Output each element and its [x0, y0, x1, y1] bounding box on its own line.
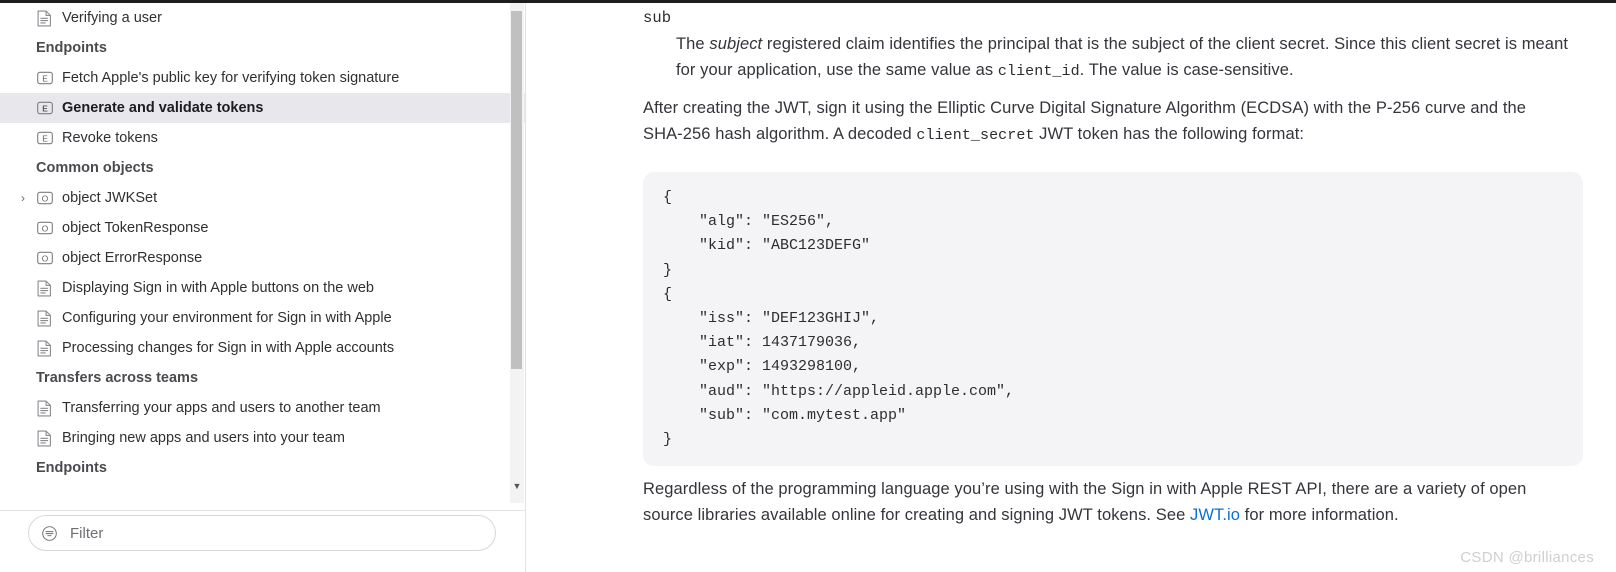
filter-input[interactable]: [68, 523, 458, 543]
page-root: Verifying a user Endpoints E Fetch Apple's …: [0, 0, 1616, 572]
sidebar-section-header: Endpoints: [0, 33, 525, 63]
sidebar-item-inner: Verifying a user: [36, 10, 162, 27]
filter-icon: [41, 525, 58, 542]
sidebar-item-bringing-new-apps-and-users-into-your-team[interactable]: Bringing new apps and users into your te…: [0, 423, 525, 453]
parameter-term: sub: [643, 9, 672, 27]
paragraph-libraries: Regardless of the programming language y…: [643, 477, 1548, 528]
document-icon: [36, 430, 53, 447]
sidebar-item-inner: E Generate and validate tokens: [36, 100, 263, 117]
endpoint-icon: E: [36, 130, 53, 147]
sidebar-item-processing-changes-for-sign-in-with-apple-accounts[interactable]: Processing changes for Sign in with Appl…: [0, 333, 525, 363]
document-icon: [36, 280, 53, 297]
definition-italic-word: subject: [709, 35, 763, 53]
sidebar-item-inner: Displaying Sign in with Apple buttons on…: [36, 280, 374, 297]
document-icon: [36, 400, 53, 417]
sidebar-item-revoke-tokens[interactable]: E Revoke tokens: [0, 123, 525, 153]
svg-text:O: O: [41, 193, 48, 203]
svg-text:O: O: [41, 223, 48, 233]
filter-container: [28, 515, 496, 551]
sidebar-item-fetch-apple-s-public-key-for-verifying-token-signature[interactable]: E Fetch Apple's public key for verifying …: [0, 63, 525, 93]
svg-text:O: O: [41, 253, 48, 263]
document-icon: [36, 10, 53, 27]
documentation-sidebar: Verifying a user Endpoints E Fetch Apple's …: [0, 3, 526, 572]
sidebar-item-verifying-a-user[interactable]: Verifying a user: [0, 3, 525, 33]
sidebar-item-inner: Transferring your apps and users to anot…: [36, 400, 381, 417]
sidebar-item-object-errorresponse[interactable]: Oobject ErrorResponse: [0, 243, 525, 273]
document-icon: [36, 310, 53, 327]
sidebar-item-displaying-sign-in-with-apple-buttons-on-the-web[interactable]: Displaying Sign in with Apple buttons on…: [0, 273, 525, 303]
sidebar-item-inner: Oobject TokenResponse: [36, 220, 208, 237]
sidebar-item-inner: Bringing new apps and users into your te…: [36, 430, 345, 447]
sidebar-item-object-jwkset[interactable]: › Oobject JWKSet: [0, 183, 525, 213]
parameter-definition: The subject registered claim identifies …: [676, 32, 1576, 84]
sidebar-nav-list: Verifying a user Endpoints E Fetch Apple's …: [0, 3, 525, 483]
paragraph-jwt-signing: After creating the JWT, sign it using th…: [643, 96, 1553, 148]
sidebar-item-label: Verifying a user: [62, 10, 162, 26]
sidebar-item-label: Bringing new apps and users into your te…: [62, 430, 345, 446]
paragraph2-part2: for more information.: [1240, 505, 1399, 524]
endpoint-icon: E: [36, 70, 53, 87]
sidebar-item-label: Configuring your environment for Sign in…: [62, 310, 392, 326]
sidebar-scrollbar-thumb[interactable]: [511, 11, 522, 369]
sidebar-scroll-region[interactable]: Verifying a user Endpoints E Fetch Apple's …: [0, 3, 525, 510]
object-icon: O: [36, 250, 53, 267]
sidebar-item-inner: E Revoke tokens: [36, 130, 158, 147]
sidebar-section-header: Endpoints: [0, 453, 525, 483]
object-icon: O: [36, 220, 53, 237]
filter-field[interactable]: [28, 515, 496, 551]
sidebar-section-label: Endpoints: [36, 40, 107, 56]
sidebar-divider: [0, 510, 525, 511]
json-code-block: { "alg": "ES256", "kid": "ABC123DEFG" } …: [643, 172, 1583, 467]
sidebar-item-label: object ErrorResponse: [62, 250, 203, 266]
client-id-code: client_id: [997, 62, 1080, 80]
object-icon: O: [36, 190, 53, 207]
sidebar-item-label: object JWKSet: [62, 190, 158, 206]
paragraph1-part2: JWT token has the following format:: [1034, 124, 1305, 143]
sidebar-item-label: Transferring your apps and users to anot…: [62, 400, 381, 416]
sidebar-item-label: Generate and validate tokens: [62, 100, 264, 116]
sidebar-item-label: Fetch Apple's public key for verifying t…: [62, 70, 400, 86]
sidebar-item-label: Processing changes for Sign in with Appl…: [62, 340, 395, 356]
sidebar-section-label: Endpoints: [36, 460, 107, 476]
jwt-io-link[interactable]: JWT.io: [1190, 506, 1240, 524]
svg-text:E: E: [42, 133, 48, 143]
sidebar-section-label: Common objects: [36, 160, 154, 176]
sidebar-item-inner: Oobject ErrorResponse: [36, 250, 202, 267]
sidebar-section-label: Transfers across teams: [36, 370, 199, 386]
sidebar-item-generate-and-validate-tokens[interactable]: E Generate and validate tokens: [0, 93, 525, 123]
sidebar-item-label: Displaying Sign in with Apple buttons on…: [62, 280, 374, 296]
watermark: CSDN @brilliances: [1460, 549, 1594, 566]
sidebar-section-header: Transfers across teams: [0, 363, 525, 393]
sidebar-item-label: object TokenResponse: [62, 220, 209, 236]
sidebar-item-configuring-your-environment-for-sign-in-with-apple[interactable]: Configuring your environment for Sign in…: [0, 303, 525, 333]
sidebar-item-inner: Configuring your environment for Sign in…: [36, 310, 392, 327]
chevron-right-icon[interactable]: ›: [16, 192, 30, 204]
sidebar-section-header: Common objects: [0, 153, 525, 183]
sidebar-item-inner: E Fetch Apple's public key for verifying …: [36, 70, 399, 87]
definition-prefix: The: [676, 35, 710, 53]
scroll-down-arrow-icon[interactable]: ▼: [511, 480, 523, 492]
json-code-text: { "alg": "ES256", "kid": "ABC123DEFG" } …: [663, 189, 1015, 449]
endpoint-icon: E: [36, 100, 53, 117]
svg-text:E: E: [42, 73, 48, 83]
sidebar-item-transferring-your-apps-and-users-to-another-team[interactable]: Transferring your apps and users to anot…: [0, 393, 525, 423]
sidebar-item-inner: › Oobject JWKSet: [21, 190, 158, 207]
svg-text:E: E: [42, 103, 48, 113]
definition-suffix: . The value is case-sensitive.: [1079, 60, 1294, 79]
client-secret-code: client_secret: [916, 126, 1035, 144]
document-icon: [36, 340, 53, 357]
sidebar-item-label: Revoke tokens: [62, 130, 158, 146]
sidebar-item-inner: Processing changes for Sign in with Appl…: [36, 340, 394, 357]
sidebar-item-object-tokenresponse[interactable]: Oobject TokenResponse: [0, 213, 525, 243]
main-content: sub The subject registered claim identif…: [527, 3, 1616, 572]
